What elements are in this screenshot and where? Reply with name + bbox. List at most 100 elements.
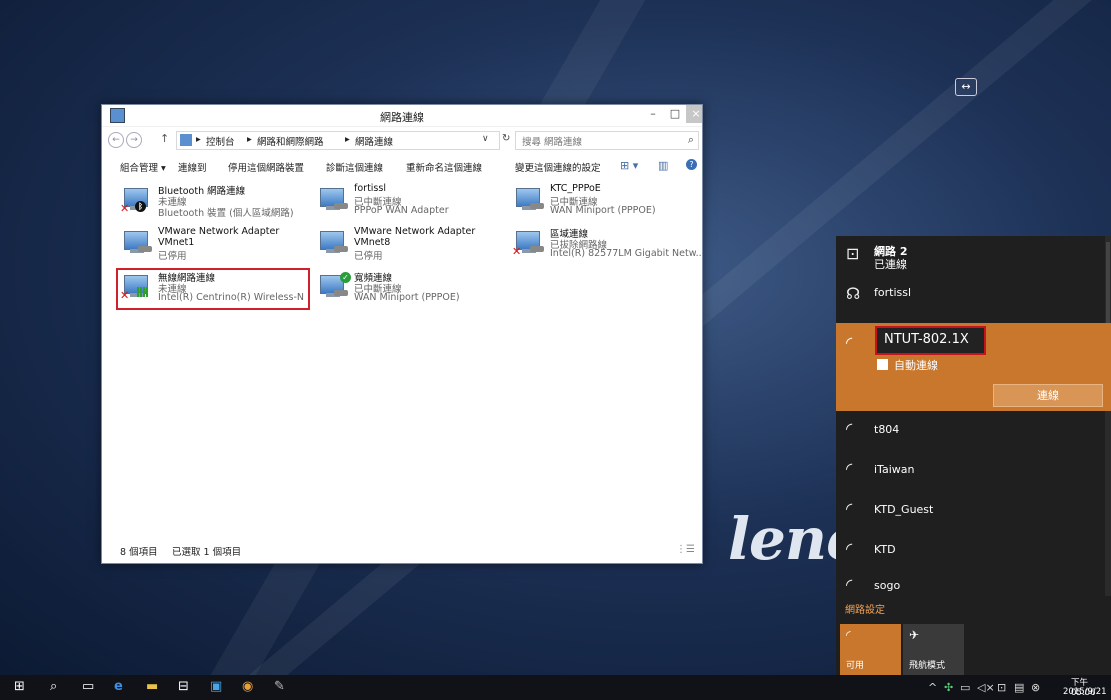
disconnected-x-icon: ✕	[120, 202, 130, 215]
volume-icon[interactable]: ◁×	[977, 681, 995, 694]
wifi-icon: ◜	[846, 575, 853, 593]
connection-local-area[interactable]: ✕ 區域連線 已拔除網路線 Intel(R) 82577LM Gigabit N…	[510, 226, 702, 264]
search-placeholder: 搜尋 網路連線	[522, 137, 583, 148]
start-icon[interactable]: ⊞	[14, 679, 25, 694]
network-item-network2[interactable]: ⊡ 網路 2 已連線	[836, 236, 1106, 276]
app-icon[interactable]: ✎	[274, 679, 285, 694]
connection-broadband[interactable]: ✓ 寬頻連線 已中斷連線 WAN Miniport (PPPOE)	[314, 270, 504, 308]
network-connections-window: 網路連線 – □ × ← → ↑ ▸ 控制台 ▸ 網路和網際網路 ▸ 網路連線 …	[101, 104, 703, 564]
refresh-icon[interactable]: ↻	[502, 133, 510, 144]
dialup-icon: ☊	[846, 284, 861, 303]
minimize-button[interactable]: –	[642, 105, 664, 123]
help-icon[interactable]: ?	[686, 159, 697, 170]
control-panel-icon	[180, 134, 192, 146]
warning-icon[interactable]: ⊗	[1031, 681, 1040, 694]
store-icon[interactable]: ⊟	[178, 679, 189, 694]
network-adapter-icon: ✕ ᛒ	[120, 188, 148, 215]
search-icon[interactable]: ⌕	[50, 679, 57, 694]
cable-icon	[530, 246, 544, 252]
tray-expand-icon[interactable]: ^	[928, 681, 937, 694]
connection-wireless[interactable]: ✕ 無線網路連線 未連線 Intel(R) Centrino(R) Wirele…	[116, 268, 310, 310]
close-button[interactable]: ×	[686, 105, 702, 123]
tray-app-icon[interactable]: ✣	[944, 681, 953, 694]
title-bar[interactable]: 網路連線 – □ ×	[102, 105, 702, 127]
action-center-icon[interactable]: ▤	[1014, 681, 1024, 694]
wifi-icon: ◜	[846, 539, 853, 558]
ethernet-icon: ⊡	[846, 244, 860, 263]
network-icon[interactable]: ⊡	[997, 681, 1006, 694]
task-view-icon[interactable]: ▭	[82, 679, 94, 694]
window-title: 網路連線	[380, 111, 424, 124]
cable-icon	[334, 203, 348, 209]
forward-button[interactable]: →	[126, 132, 142, 148]
network-item-t804[interactable]: ◜ t804	[836, 411, 1106, 451]
airplane-mode-button[interactable]: ✈ 飛航模式	[903, 624, 964, 675]
back-button[interactable]: ←	[108, 132, 124, 148]
auto-connect-label: 自動連線	[894, 359, 938, 372]
breadcrumb-network-connections[interactable]: 網路連線	[355, 134, 393, 148]
edge-icon[interactable]: e	[114, 679, 123, 694]
diagnose-button[interactable]: 診斷這個連線	[326, 160, 383, 174]
breadcrumb-separator: ▸	[345, 134, 350, 145]
address-dropdown-icon[interactable]: ∨	[482, 134, 489, 144]
view-options-icon[interactable]: ⊞ ▾	[620, 159, 638, 172]
preview-pane-icon[interactable]: ▥	[658, 159, 668, 172]
bluetooth-icon: ᛒ	[135, 201, 146, 212]
network-item-fortissl[interactable]: ☊ fortissl	[836, 276, 1106, 316]
connection-fortissl[interactable]: fortissl 已中斷連線 PPPoP WAN Adapter	[314, 183, 504, 221]
breadcrumb-separator: ▸	[196, 134, 201, 145]
network-item-ktd-guest[interactable]: ◜ KTD_Guest	[836, 491, 1106, 531]
connect-to-button[interactable]: 連線到	[178, 160, 207, 174]
breadcrumb-control-panel[interactable]: 控制台	[206, 134, 235, 148]
details-view-icon[interactable]: ⋮☰	[676, 544, 695, 555]
chrome-icon[interactable]: ◉	[242, 679, 253, 694]
selected-network-name-highlight: NTUT-802.1X	[875, 326, 986, 355]
connection-ktc-pppoe[interactable]: KTC_PPPoE 已中斷連線 WAN Miniport (PPPOE)	[510, 183, 700, 221]
battery-icon[interactable]: ▭	[960, 681, 970, 694]
file-explorer-icon[interactable]: ▬	[146, 679, 158, 694]
wifi-icon: ◜	[846, 333, 853, 352]
network-flyout: ⊡ 網路 2 已連線 ☊ fortissl ◜ NTUT-802.1X 自動連線…	[836, 236, 1111, 675]
wifi-toggle-button[interactable]: ◜ 可用	[840, 624, 901, 675]
cable-icon	[334, 246, 348, 252]
network-adapter-icon: ✕	[512, 231, 544, 258]
wifi-icon: ◜	[846, 628, 851, 642]
auto-connect-checkbox[interactable]	[877, 359, 888, 370]
scrollbar-thumb[interactable]	[1106, 242, 1110, 332]
item-count: 8 個項目	[120, 547, 158, 558]
network-adapter-icon: ✕	[120, 275, 149, 302]
network-adapter-icon	[320, 231, 348, 253]
clock-date[interactable]: 2015/9/21	[1063, 687, 1107, 697]
up-button[interactable]: ↑	[160, 132, 169, 145]
network-adapter-icon: ✓	[320, 272, 351, 297]
network-item-itaiwan[interactable]: ◜ iTaiwan	[836, 451, 1106, 491]
network-item-ntut-selected[interactable]: ◜ NTUT-802.1X 自動連線 連線	[836, 323, 1111, 411]
disable-device-button[interactable]: 停用這個網路裝置	[228, 160, 304, 174]
rename-button[interactable]: 重新命名這個連線	[406, 160, 482, 174]
breadcrumb-network-internet[interactable]: 網路和網際網路	[257, 134, 324, 148]
wifi-secured-icon: ◜	[846, 459, 853, 478]
connection-vmnet8[interactable]: VMware Network Adapter VMnet8 已停用	[314, 226, 504, 264]
cable-icon	[138, 246, 152, 252]
network-adapter-icon	[320, 188, 348, 210]
organize-button[interactable]: 組合管理 ▾	[120, 160, 166, 174]
cable-icon	[334, 290, 348, 296]
connected-check-icon: ✓	[340, 272, 351, 283]
network-item-ktd[interactable]: ◜ KTD	[836, 531, 1106, 571]
change-settings-button[interactable]: 變更這個連線的設定	[515, 160, 601, 174]
network-item-sogo[interactable]: ◜ sogo	[836, 571, 1106, 593]
maximize-button[interactable]: □	[664, 105, 686, 123]
connection-bluetooth[interactable]: ✕ ᛒ Bluetooth 網路連線 未連線 Bluetooth 裝置 (個人區…	[118, 183, 308, 221]
cable-icon	[530, 203, 544, 209]
disconnected-x-icon: ✕	[120, 289, 130, 302]
search-icon[interactable]: ⌕	[688, 133, 694, 147]
network-adapter-icon	[516, 188, 544, 210]
network-settings-link[interactable]: 網路設定	[845, 601, 885, 616]
wifi-secured-icon: ◜	[846, 419, 853, 438]
search-input[interactable]: 搜尋 網路連線 ⌕	[515, 131, 699, 150]
connection-vmnet1[interactable]: VMware Network Adapter VMnet1 已停用	[118, 226, 308, 264]
resize-icon[interactable]: ↔	[955, 78, 977, 96]
media-icon[interactable]: ▣	[210, 679, 222, 694]
connect-button[interactable]: 連線	[993, 384, 1103, 407]
address-bar[interactable]: ▸ 控制台 ▸ 網路和網際網路 ▸ 網路連線 ∨	[176, 131, 500, 150]
